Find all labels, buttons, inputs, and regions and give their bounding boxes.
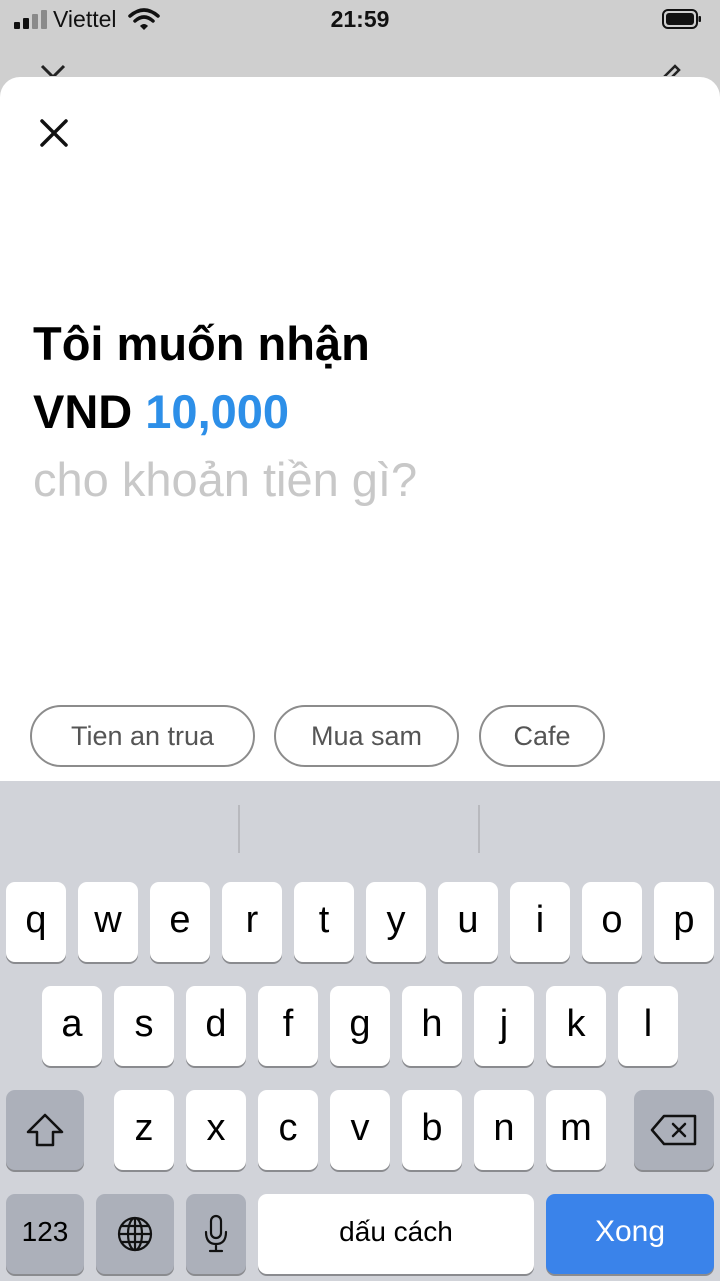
key-q[interactable]: q (6, 882, 66, 962)
background-edit-icon (655, 58, 683, 76)
key-r[interactable]: r (222, 882, 282, 962)
key-g[interactable]: g (330, 986, 390, 1066)
key-a[interactable]: a (42, 986, 102, 1066)
key-m[interactable]: m (546, 1090, 606, 1170)
battery-icon (662, 9, 701, 29)
numbers-key[interactable]: 123 (6, 1194, 84, 1274)
suggestion-chip[interactable]: Cafe (479, 705, 605, 767)
currency-label: VND (33, 385, 133, 438)
key-l[interactable]: l (618, 986, 678, 1066)
prompt-line1: Tôi muốn nhận (33, 317, 370, 370)
key-t[interactable]: t (294, 882, 354, 962)
key-h[interactable]: h (402, 986, 462, 1066)
prompt-amount-line: VND 10,000 (33, 378, 417, 446)
key-c[interactable]: c (258, 1090, 318, 1170)
key-e[interactable]: e (150, 882, 210, 962)
key-k[interactable]: k (546, 986, 606, 1066)
globe-icon (117, 1216, 153, 1252)
key-d[interactable]: d (186, 986, 246, 1066)
key-x[interactable]: x (186, 1090, 246, 1170)
key-b[interactable]: b (402, 1090, 462, 1170)
key-i[interactable]: i (510, 882, 570, 962)
request-reason-sheet: Tôi muốn nhận VND 10,000 cho khoản tiền … (0, 77, 720, 787)
key-f[interactable]: f (258, 986, 318, 1066)
key-w[interactable]: w (78, 882, 138, 962)
suggestion-chip[interactable]: Mua sam (274, 705, 459, 767)
amount-value: 10,000 (145, 385, 290, 438)
backspace-icon (650, 1114, 697, 1146)
key-y[interactable]: y (366, 882, 426, 962)
key-p[interactable]: p (654, 882, 714, 962)
suggestion-divider (238, 805, 240, 853)
space-key[interactable]: dấu cách (258, 1194, 534, 1274)
close-icon (40, 119, 68, 147)
status-time: 21:59 (330, 6, 390, 32)
microphone-icon (204, 1214, 228, 1253)
globe-key[interactable] (96, 1194, 174, 1274)
shift-icon (26, 1113, 64, 1147)
key-o[interactable]: o (582, 882, 642, 962)
suggestion-divider (478, 805, 480, 853)
background-close-icon (38, 62, 68, 76)
status-bar: Viettel 21:59 (0, 0, 720, 40)
key-v[interactable]: v (330, 1090, 390, 1170)
dictation-key[interactable] (186, 1194, 246, 1274)
close-button[interactable] (34, 113, 74, 153)
key-j[interactable]: j (474, 986, 534, 1066)
keyboard: q w e r t y u i o p a s d f g h j k l z … (0, 781, 720, 1281)
key-z[interactable]: z (114, 1090, 174, 1170)
key-s[interactable]: s (114, 986, 174, 1066)
suggestion-chip[interactable]: Tien an trua (30, 705, 255, 767)
reason-input-placeholder[interactable]: cho khoản tiền gì? (33, 446, 417, 514)
key-u[interactable]: u (438, 882, 498, 962)
done-key[interactable]: Xong (546, 1194, 714, 1274)
shift-key[interactable] (6, 1090, 84, 1170)
backspace-key[interactable] (634, 1090, 714, 1170)
key-n[interactable]: n (474, 1090, 534, 1170)
request-prompt: Tôi muốn nhận VND 10,000 cho khoản tiền … (33, 310, 417, 514)
